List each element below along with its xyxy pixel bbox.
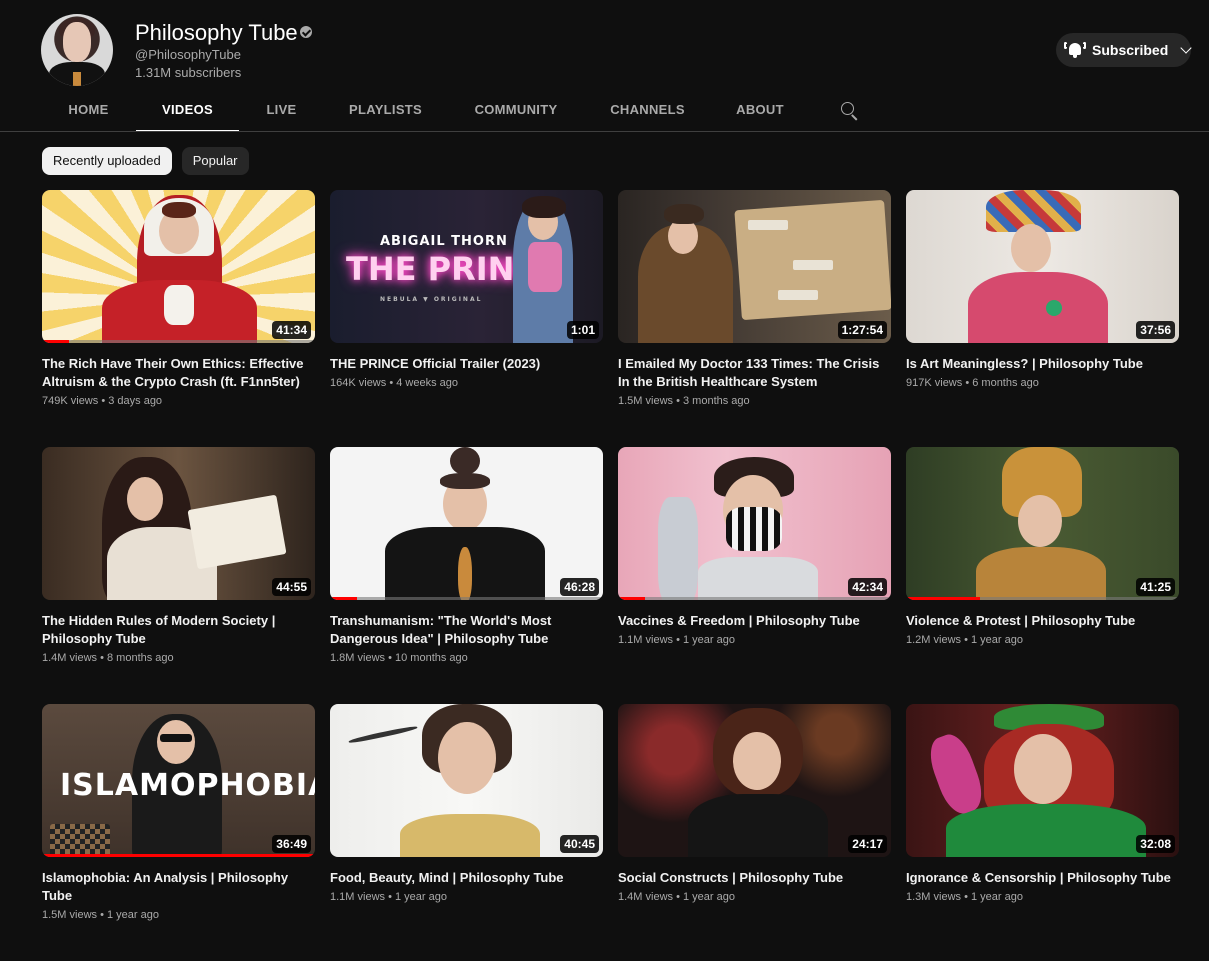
video-duration: 42:34: [848, 578, 887, 596]
subscribed-button[interactable]: Subscribed: [1056, 33, 1192, 67]
sort-chips: Recently uploaded Popular: [42, 147, 249, 175]
video-title[interactable]: Social Constructs | Philosophy Tube: [618, 869, 891, 887]
video-meta: 164K views • 4 weeks ago: [330, 377, 458, 389]
watch-progress: [42, 340, 70, 343]
search-icon[interactable]: [841, 102, 859, 121]
channel-handle: @PhilosophyTube: [135, 47, 241, 62]
video-card[interactable]: ISLAMOPHOBIA 36:49 Islamophobia: An Anal…: [42, 704, 315, 961]
subscribed-label: Subscribed: [1092, 42, 1169, 58]
video-meta: 1.4M views • 8 months ago: [42, 652, 174, 664]
video-meta: 1.4M views • 1 year ago: [618, 891, 735, 903]
video-duration: 41:34: [272, 321, 311, 339]
watch-progress-track: [618, 597, 891, 600]
video-meta: 1.5M views • 1 year ago: [42, 909, 159, 921]
video-thumbnail[interactable]: ABIGAIL THORN THE PRINCE NEBULA ▼ ORIGIN…: [330, 190, 603, 343]
video-title[interactable]: Transhumanism: "The World's Most Dangero…: [330, 612, 603, 648]
verified-icon: [300, 26, 312, 38]
video-thumbnail[interactable]: 41:25: [906, 447, 1179, 600]
video-title[interactable]: The Hidden Rules of Modern Society | Phi…: [42, 612, 315, 648]
video-duration: 40:45: [560, 835, 599, 853]
channel-name: Philosophy Tube: [135, 20, 298, 45]
video-title[interactable]: Vaccines & Freedom | Philosophy Tube: [618, 612, 891, 630]
video-thumbnail[interactable]: 1:27:54: [618, 190, 891, 343]
chevron-down-icon: [1180, 42, 1192, 54]
video-title[interactable]: Food, Beauty, Mind | Philosophy Tube: [330, 869, 603, 887]
thumb-footer: NEBULA ▼ ORIGINAL: [380, 296, 483, 303]
video-grid: 41:34 The Rich Have Their Own Ethics: Ef…: [42, 190, 1179, 961]
thumb-title: ISLAMOPHOBIA: [60, 768, 315, 803]
video-meta: 1.1M views • 1 year ago: [618, 634, 735, 646]
channel-avatar[interactable]: [41, 14, 113, 86]
video-card[interactable]: 32:08 Ignorance & Censorship | Philosoph…: [906, 704, 1179, 961]
video-duration: 37:56: [1136, 321, 1175, 339]
video-card[interactable]: 37:56 Is Art Meaningless? | Philosophy T…: [906, 190, 1179, 447]
video-thumbnail[interactable]: ISLAMOPHOBIA 36:49: [42, 704, 315, 857]
avatar-accent: [73, 72, 81, 86]
video-meta: 1.2M views • 1 year ago: [906, 634, 1023, 646]
video-duration: 36:49: [272, 835, 311, 853]
video-thumbnail[interactable]: 46:28: [330, 447, 603, 600]
video-title[interactable]: Islamophobia: An Analysis | Philosophy T…: [42, 869, 315, 905]
video-card[interactable]: ABIGAIL THORN THE PRINCE NEBULA ▼ ORIGIN…: [330, 190, 603, 447]
video-title[interactable]: The Rich Have Their Own Ethics: Effectiv…: [42, 355, 315, 391]
bell-icon: [1064, 41, 1086, 59]
video-card[interactable]: 46:28 Transhumanism: "The World's Most D…: [330, 447, 603, 704]
video-duration: 24:17: [848, 835, 887, 853]
video-card[interactable]: 40:45 Food, Beauty, Mind | Philosophy Tu…: [330, 704, 603, 961]
video-duration: 32:08: [1136, 835, 1175, 853]
video-duration: 44:55: [272, 578, 311, 596]
watch-progress-track: [42, 340, 315, 343]
avatar-face: [63, 22, 91, 62]
video-title[interactable]: Violence & Protest | Philosophy Tube: [906, 612, 1179, 630]
chip-popular[interactable]: Popular: [181, 147, 249, 175]
tab-playlists[interactable]: PLAYLISTS: [324, 88, 447, 132]
video-meta: 1.3M views • 1 year ago: [906, 891, 1023, 903]
video-duration: 46:28: [560, 578, 599, 596]
tab-live[interactable]: LIVE: [239, 88, 324, 132]
video-card[interactable]: 41:25 Violence & Protest | Philosophy Tu…: [906, 447, 1179, 704]
video-duration: 1:01: [566, 321, 599, 339]
watch-progress: [906, 597, 980, 600]
video-title[interactable]: THE PRINCE Official Trailer (2023): [330, 355, 603, 373]
watch-progress: [330, 597, 358, 600]
video-thumbnail[interactable]: 44:55: [42, 447, 315, 600]
tab-home[interactable]: HOME: [41, 88, 136, 132]
tab-about[interactable]: ABOUT: [710, 88, 810, 132]
video-title[interactable]: Ignorance & Censorship | Philosophy Tube: [906, 869, 1179, 887]
video-card[interactable]: 44:55 The Hidden Rules of Modern Society…: [42, 447, 315, 704]
video-thumbnail[interactable]: 32:08: [906, 704, 1179, 857]
subscriber-count: 1.31M subscribers: [135, 65, 242, 80]
video-title[interactable]: Is Art Meaningless? | Philosophy Tube: [906, 355, 1179, 373]
channel-header: Philosophy Tube @PhilosophyTube 1.31M su…: [0, 0, 1209, 132]
tab-community[interactable]: COMMUNITY: [447, 88, 585, 132]
video-card[interactable]: 42:34 Vaccines & Freedom | Philosophy Tu…: [618, 447, 891, 704]
video-thumbnail[interactable]: 41:34: [42, 190, 315, 343]
chip-recently-uploaded[interactable]: Recently uploaded: [42, 147, 172, 175]
watch-progress: [618, 597, 646, 600]
video-thumbnail[interactable]: 37:56: [906, 190, 1179, 343]
video-card[interactable]: 1:27:54 I Emailed My Doctor 133 Times: T…: [618, 190, 891, 447]
video-meta: 917K views • 6 months ago: [906, 377, 1039, 389]
video-duration: 1:27:54: [837, 321, 887, 339]
watch-progress: [42, 854, 315, 857]
video-card[interactable]: 24:17 Social Constructs | Philosophy Tub…: [618, 704, 891, 961]
video-meta: 1.8M views • 10 months ago: [330, 652, 468, 664]
video-thumbnail[interactable]: 42:34: [618, 447, 891, 600]
video-meta: 1.5M views • 3 months ago: [618, 395, 750, 407]
tab-videos[interactable]: VIDEOS: [136, 88, 239, 132]
video-card[interactable]: 41:34 The Rich Have Their Own Ethics: Ef…: [42, 190, 315, 447]
thumb-caption: ABIGAIL THORN: [380, 234, 508, 249]
video-meta: 1.1M views • 1 year ago: [330, 891, 447, 903]
video-duration: 41:25: [1136, 578, 1175, 596]
tab-channels[interactable]: CHANNELS: [585, 88, 710, 132]
watch-progress-track: [330, 597, 603, 600]
video-thumbnail[interactable]: 24:17: [618, 704, 891, 857]
video-thumbnail[interactable]: 40:45: [330, 704, 603, 857]
tabs-divider: [0, 131, 1209, 132]
channel-tabs: HOME VIDEOS LIVE PLAYLISTS COMMUNITY CHA…: [41, 88, 858, 132]
video-title[interactable]: I Emailed My Doctor 133 Times: The Crisi…: [618, 355, 891, 391]
video-meta: 749K views • 3 days ago: [42, 395, 163, 407]
